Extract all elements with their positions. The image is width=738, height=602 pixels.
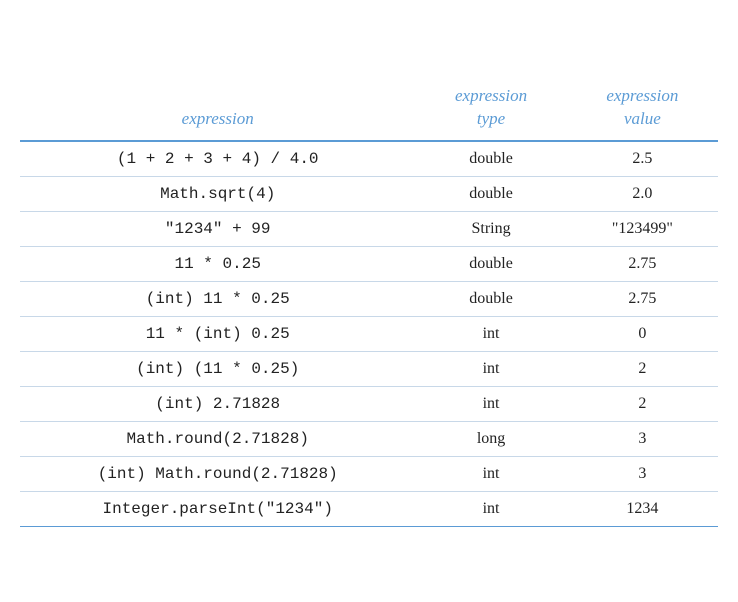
cell-expression: Integer.parseInt("1234") [20, 491, 415, 526]
header-expression: expression [20, 75, 415, 140]
cell-type: long [415, 421, 566, 456]
cell-value: 2.0 [567, 176, 718, 211]
cell-value: 3 [567, 421, 718, 456]
expressions-table: expression expressiontype expressionvalu… [20, 75, 718, 526]
table-row: 11 * 0.25double2.75 [20, 246, 718, 281]
cell-type: String [415, 211, 566, 246]
cell-expression: (int) Math.round(2.71828) [20, 456, 415, 491]
main-table-container: expression expressiontype expressionvalu… [20, 75, 718, 526]
cell-value: "123499" [567, 211, 718, 246]
cell-expression: 11 * (int) 0.25 [20, 316, 415, 351]
cell-expression: (1 + 2 + 3 + 4) / 4.0 [20, 141, 415, 177]
cell-expression: "1234" + 99 [20, 211, 415, 246]
table-row: Math.round(2.71828)long3 [20, 421, 718, 456]
cell-value: 2.5 [567, 141, 718, 177]
table-row: Math.sqrt(4)double2.0 [20, 176, 718, 211]
cell-expression: 11 * 0.25 [20, 246, 415, 281]
cell-value: 2 [567, 386, 718, 421]
table-row: (int) 11 * 0.25double2.75 [20, 281, 718, 316]
table-row: Integer.parseInt("1234")int1234 [20, 491, 718, 526]
header-expression-type: expressiontype [415, 75, 566, 140]
cell-expression: (int) 11 * 0.25 [20, 281, 415, 316]
table-header-row: expression expressiontype expressionvalu… [20, 75, 718, 140]
table-row: (1 + 2 + 3 + 4) / 4.0double2.5 [20, 141, 718, 177]
cell-type: double [415, 176, 566, 211]
cell-type: int [415, 386, 566, 421]
cell-value: 2.75 [567, 281, 718, 316]
cell-type: int [415, 316, 566, 351]
cell-expression: Math.sqrt(4) [20, 176, 415, 211]
table-row: 11 * (int) 0.25int0 [20, 316, 718, 351]
table-row: (int) Math.round(2.71828)int3 [20, 456, 718, 491]
cell-expression: (int) 2.71828 [20, 386, 415, 421]
header-expression-value: expressionvalue [567, 75, 718, 140]
cell-value: 2.75 [567, 246, 718, 281]
cell-value: 2 [567, 351, 718, 386]
cell-value: 1234 [567, 491, 718, 526]
cell-expression: (int) (11 * 0.25) [20, 351, 415, 386]
cell-type: double [415, 141, 566, 177]
cell-type: double [415, 281, 566, 316]
table-row: (int) (11 * 0.25)int2 [20, 351, 718, 386]
cell-type: int [415, 456, 566, 491]
cell-type: double [415, 246, 566, 281]
cell-expression: Math.round(2.71828) [20, 421, 415, 456]
cell-value: 3 [567, 456, 718, 491]
table-row: (int) 2.71828int2 [20, 386, 718, 421]
cell-type: int [415, 351, 566, 386]
cell-type: int [415, 491, 566, 526]
table-row: "1234" + 99String"123499" [20, 211, 718, 246]
cell-value: 0 [567, 316, 718, 351]
